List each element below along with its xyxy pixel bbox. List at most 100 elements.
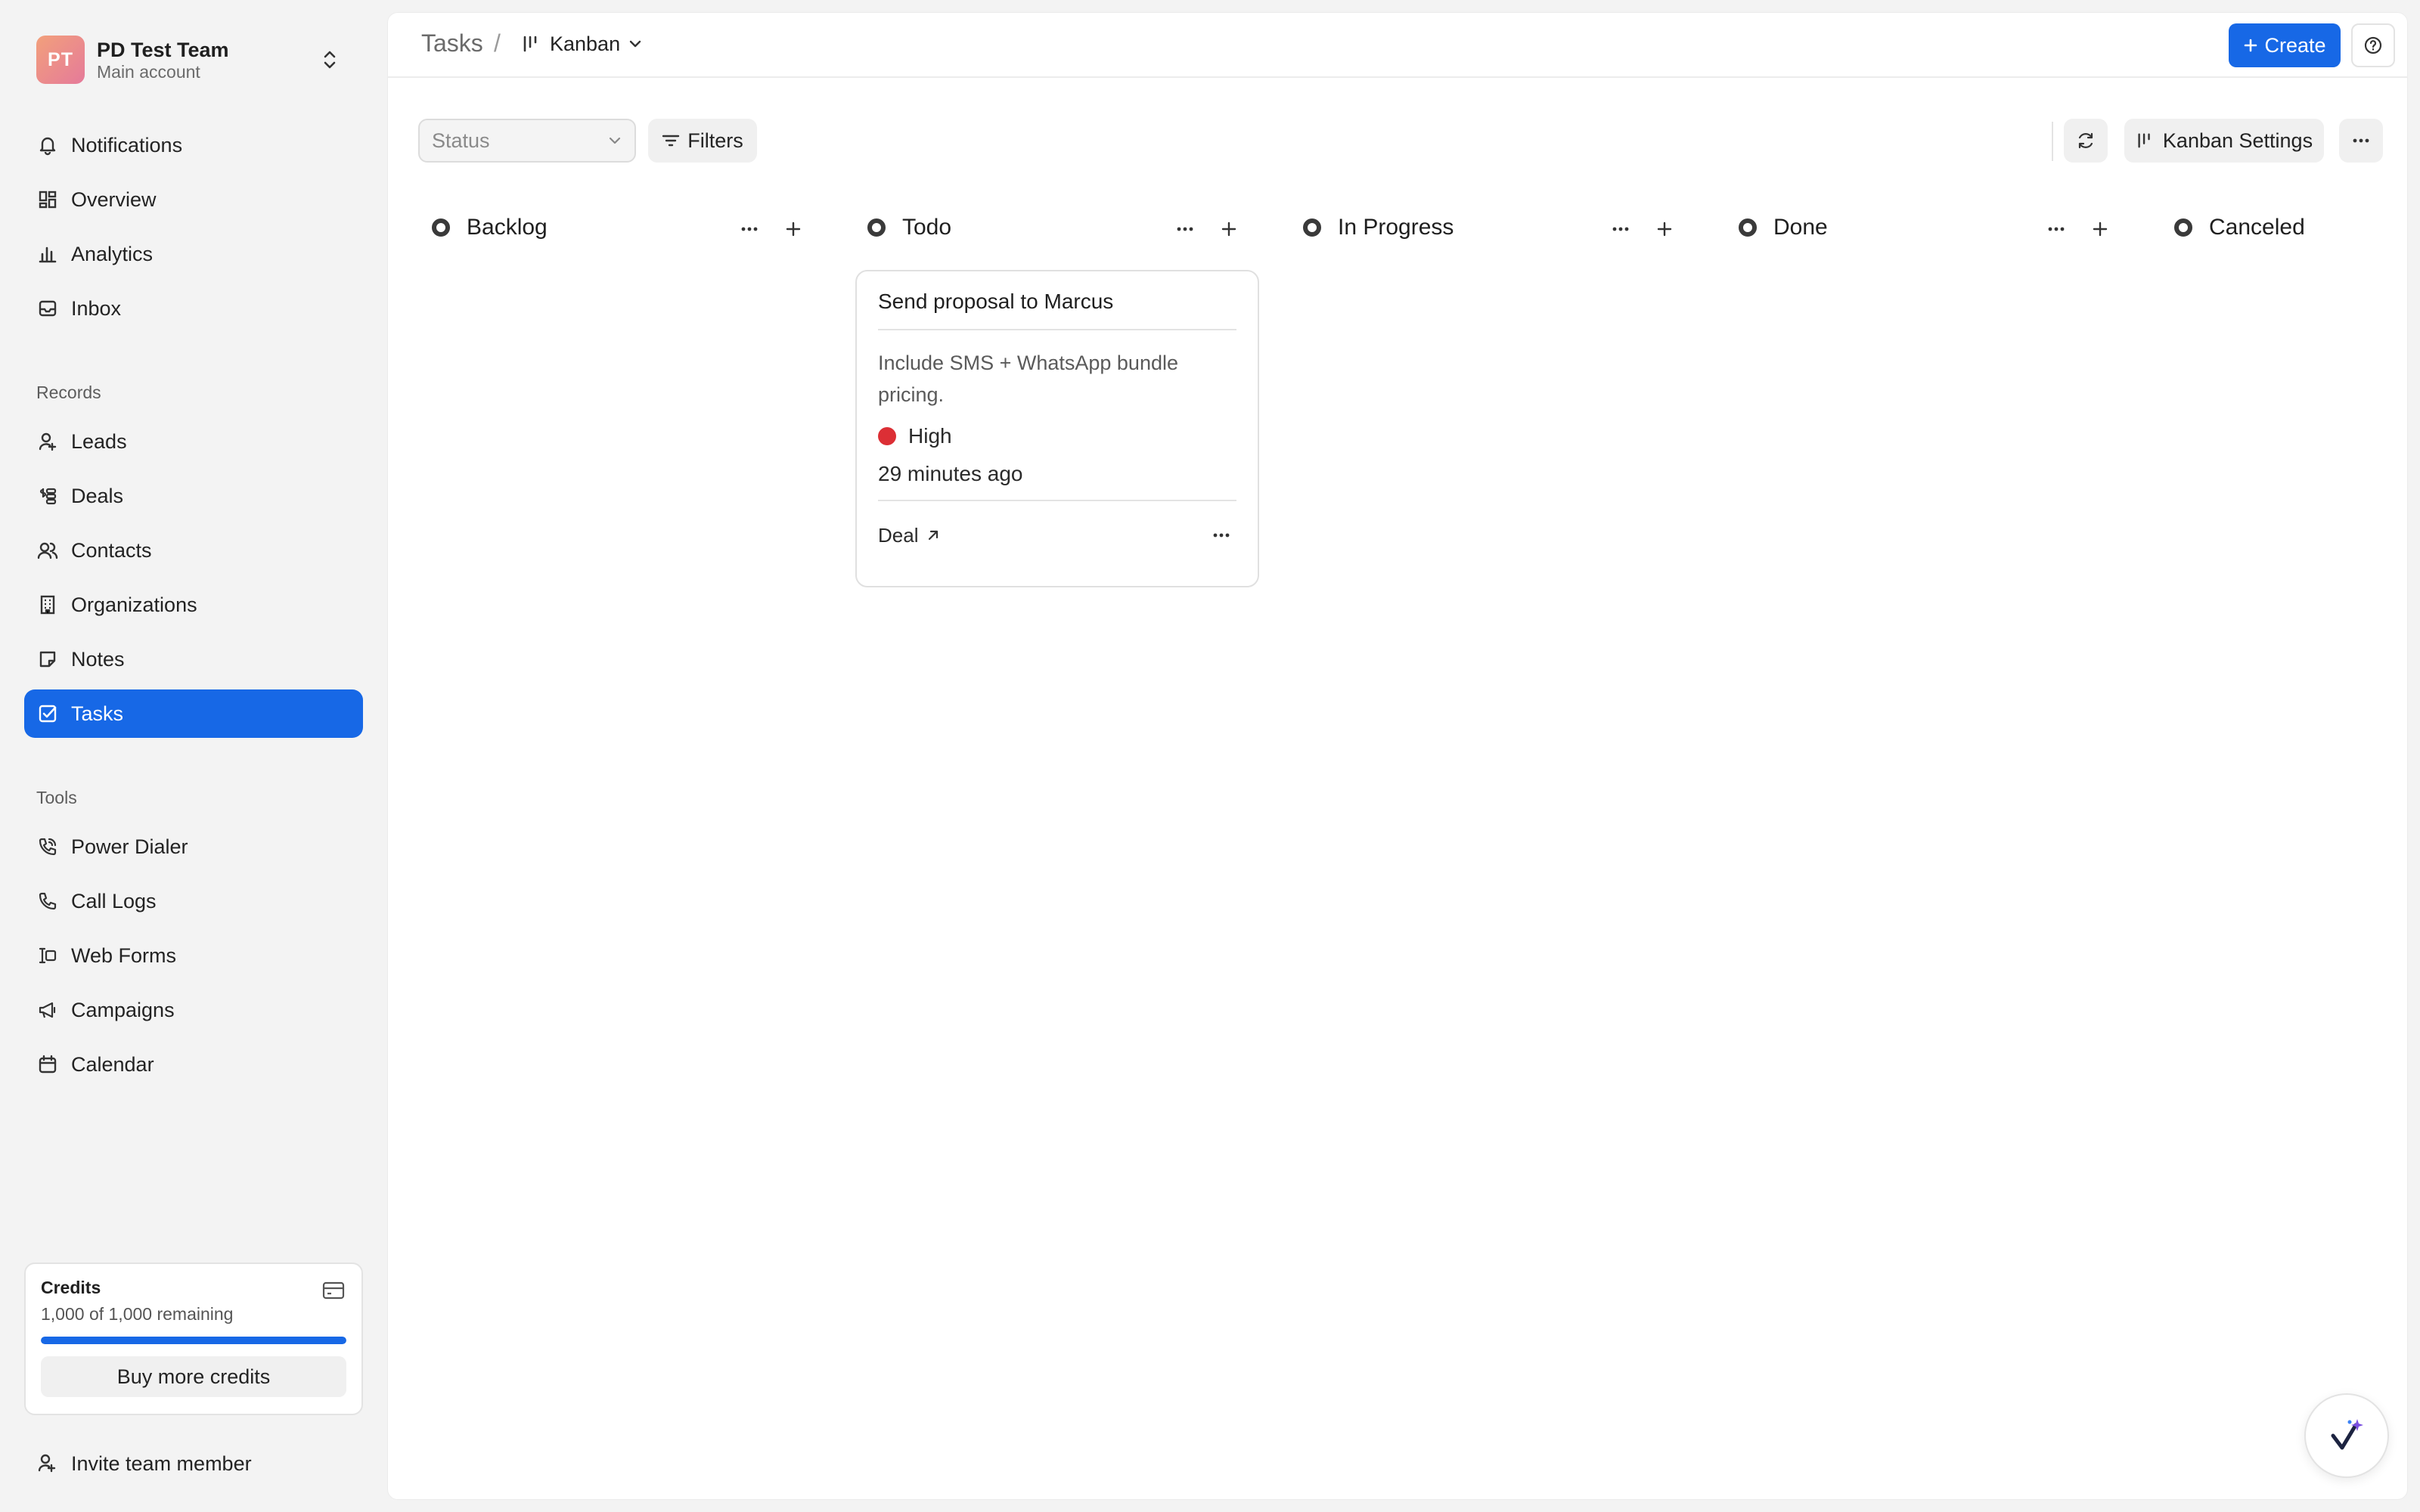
kanban-column-canceled: Canceled bbox=[2161, 205, 2403, 250]
sparkle-wand-icon bbox=[2325, 1414, 2368, 1457]
ai-assistant-button[interactable] bbox=[2304, 1393, 2389, 1478]
column-more-button[interactable] bbox=[2043, 215, 2070, 243]
team-avatar: PT bbox=[36, 36, 85, 84]
status-circle-icon bbox=[2174, 218, 2192, 237]
task-priority: High bbox=[878, 424, 1236, 448]
status-placeholder: Status bbox=[432, 129, 490, 152]
header-bar: Tasks / Kanban Create bbox=[388, 13, 2407, 78]
status-circle-icon bbox=[1739, 218, 1757, 237]
bell-icon bbox=[36, 134, 59, 156]
help-button[interactable] bbox=[2351, 23, 2395, 67]
column-header: Backlog bbox=[418, 205, 827, 250]
task-description: Include SMS + WhatsApp bundle pricing. bbox=[878, 352, 1178, 406]
nav-item-campaigns[interactable]: Campaigns bbox=[24, 986, 363, 1034]
section-title-records: Records bbox=[36, 383, 101, 402]
calendar-icon bbox=[36, 1053, 59, 1076]
nav-item-power-dialer[interactable]: Power Dialer bbox=[24, 823, 363, 871]
users-icon bbox=[36, 539, 59, 562]
nav-item-organizations[interactable]: Organizations bbox=[24, 581, 363, 629]
nav-item-analytics[interactable]: Analytics bbox=[24, 230, 363, 278]
filter-icon bbox=[662, 133, 680, 148]
plus-icon bbox=[2243, 38, 2258, 53]
kanban-settings-button[interactable]: Kanban Settings bbox=[2124, 119, 2324, 163]
kanban-column-done: Done bbox=[1725, 205, 2133, 250]
nav-label: Contacts bbox=[71, 538, 152, 562]
dollar-stack-icon bbox=[36, 485, 59, 507]
column-more-button[interactable] bbox=[1171, 215, 1199, 243]
nav-item-inbox[interactable]: Inbox bbox=[24, 284, 363, 333]
buy-credits-button[interactable]: Buy more credits bbox=[41, 1356, 346, 1397]
create-button[interactable]: Create bbox=[2229, 23, 2341, 67]
invite-team-member-button[interactable]: Invite team member bbox=[24, 1439, 363, 1488]
nav-item-web-forms[interactable]: Web Forms bbox=[24, 931, 363, 980]
chevron-updown-icon[interactable] bbox=[315, 45, 345, 75]
toolbar: Status Filters Kanban Settings bbox=[388, 78, 2407, 163]
column-more-button[interactable] bbox=[736, 215, 763, 243]
view-label: Kanban bbox=[550, 32, 621, 55]
column-title: Done bbox=[1773, 215, 1828, 240]
nav-label: Notifications bbox=[71, 133, 183, 156]
nav-label: Web Forms bbox=[71, 943, 177, 967]
status-select[interactable]: Status bbox=[418, 119, 636, 163]
breadcrumb-tasks[interactable]: Tasks bbox=[421, 29, 483, 57]
credits-remaining: 1,000 of 1,000 remaining bbox=[41, 1304, 234, 1324]
invite-label: Invite team member bbox=[71, 1452, 252, 1475]
deal-link[interactable]: Deal bbox=[878, 524, 941, 547]
column-add-button[interactable] bbox=[1215, 215, 1243, 243]
ellipsis-icon bbox=[2352, 138, 2370, 144]
toolbar-divider bbox=[2052, 122, 2053, 161]
nav-item-notes[interactable]: Notes bbox=[24, 635, 363, 683]
nav-item-notifications[interactable]: Notifications bbox=[24, 121, 363, 169]
column-add-button[interactable] bbox=[1651, 215, 1678, 243]
nav-label: Leads bbox=[71, 429, 127, 453]
user-plus-icon bbox=[36, 1452, 59, 1475]
nav-label: Power Dialer bbox=[71, 835, 188, 858]
phone-icon bbox=[36, 890, 59, 912]
credit-card-icon[interactable] bbox=[322, 1281, 345, 1300]
team-name: PD Test Team bbox=[97, 39, 229, 61]
nav-item-deals[interactable]: Deals bbox=[24, 472, 363, 520]
task-card[interactable]: Send proposal to Marcus Include SMS + Wh… bbox=[855, 270, 1259, 587]
note-icon bbox=[36, 648, 59, 671]
credits-card: Credits 1,000 of 1,000 remaining Buy mor… bbox=[24, 1263, 363, 1415]
credits-progress-bar bbox=[41, 1337, 346, 1344]
view-switcher[interactable]: Kanban bbox=[515, 26, 649, 61]
task-timestamp: 29 minutes ago bbox=[878, 462, 1236, 501]
nav-label: Deals bbox=[71, 484, 124, 507]
refresh-icon bbox=[2076, 131, 2096, 150]
credits-progress-fill bbox=[41, 1337, 346, 1344]
building-icon bbox=[36, 593, 59, 616]
column-header: Done bbox=[1725, 205, 2133, 250]
more-options-button[interactable] bbox=[2339, 119, 2383, 163]
filters-button[interactable]: Filters bbox=[648, 119, 757, 163]
team-subtitle: Main account bbox=[97, 62, 200, 82]
team-switcher[interactable]: PT PD Test Team Main account bbox=[24, 26, 357, 94]
phone-signal-icon bbox=[36, 835, 59, 858]
nav-label: Call Logs bbox=[71, 889, 157, 912]
nav-item-calendar[interactable]: Calendar bbox=[24, 1040, 363, 1089]
column-title: Todo bbox=[902, 215, 952, 240]
task-more-button[interactable] bbox=[1206, 520, 1236, 550]
column-title: Canceled bbox=[2209, 215, 2305, 240]
task-card-footer: Deal bbox=[878, 501, 1236, 569]
refresh-button[interactable] bbox=[2064, 119, 2108, 163]
nav-item-call-logs[interactable]: Call Logs bbox=[24, 877, 363, 925]
priority-dot-icon bbox=[878, 427, 896, 445]
column-add-button[interactable] bbox=[780, 215, 807, 243]
kanban-icon bbox=[521, 34, 541, 54]
kanban-settings-label: Kanban Settings bbox=[2162, 129, 2313, 152]
nav-item-tasks[interactable]: Tasks bbox=[24, 689, 363, 738]
nav-item-overview[interactable]: Overview bbox=[24, 175, 363, 224]
nav-item-contacts[interactable]: Contacts bbox=[24, 526, 363, 575]
nav-item-leads[interactable]: Leads bbox=[24, 417, 363, 466]
column-more-button[interactable] bbox=[1607, 215, 1634, 243]
nav-label: Notes bbox=[71, 647, 125, 671]
column-header: In Progress bbox=[1289, 205, 1698, 250]
kanban-column-backlog: Backlog bbox=[418, 205, 827, 250]
credits-title: Credits bbox=[41, 1278, 101, 1297]
nav-label: Overview bbox=[71, 187, 157, 211]
task-title: Send proposal to Marcus bbox=[878, 271, 1236, 330]
status-circle-icon bbox=[867, 218, 886, 237]
user-plus-icon bbox=[36, 430, 59, 453]
column-add-button[interactable] bbox=[2086, 215, 2114, 243]
